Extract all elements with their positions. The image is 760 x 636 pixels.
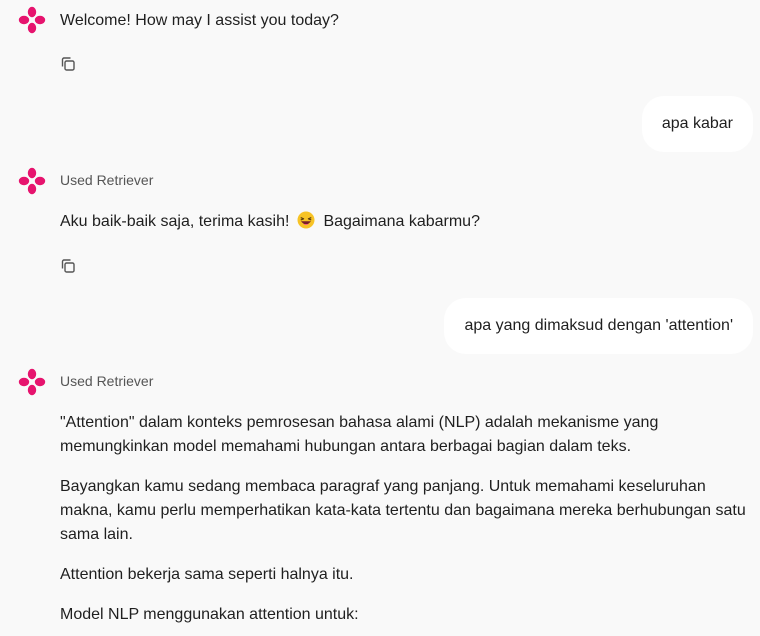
copy-icon[interactable]	[59, 257, 77, 275]
message-text: "Attention" dalam konteks pemrosesan bah…	[60, 411, 750, 627]
message-text-part: Bagaimana kabarmu?	[323, 213, 480, 230]
chat-window: Welcome! How may I assist you today? apa…	[0, 0, 760, 636]
bot-avatar-icon	[18, 368, 46, 396]
used-tool-label: Used Retriever	[60, 373, 154, 389]
bot-avatar-icon	[18, 6, 46, 34]
message-text: Aku baik-baik saja, terima kasih! Bagaim…	[60, 210, 750, 234]
message-paragraph: Attention bekerja sama seperti halnya it…	[60, 566, 354, 583]
bot-avatar-icon	[18, 167, 46, 195]
message-text-part: Aku baik-baik saja, terima kasih!	[60, 213, 290, 230]
message-text: Welcome! How may I assist you today?	[60, 12, 339, 29]
user-message: apa kabar	[641, 96, 753, 152]
copy-icon[interactable]	[59, 55, 77, 73]
used-tool-label: Used Retriever	[60, 172, 154, 188]
message-paragraph: Model NLP menggunakan attention untuk:	[60, 606, 359, 623]
grinning-squinting-face-icon	[297, 211, 315, 229]
message-paragraph: Bayangkan kamu sedang membaca paragraf y…	[60, 478, 746, 543]
message-paragraph: "Attention" dalam konteks pemrosesan bah…	[60, 414, 659, 455]
user-message: apa yang dimaksud dengan 'attention'	[444, 298, 753, 354]
